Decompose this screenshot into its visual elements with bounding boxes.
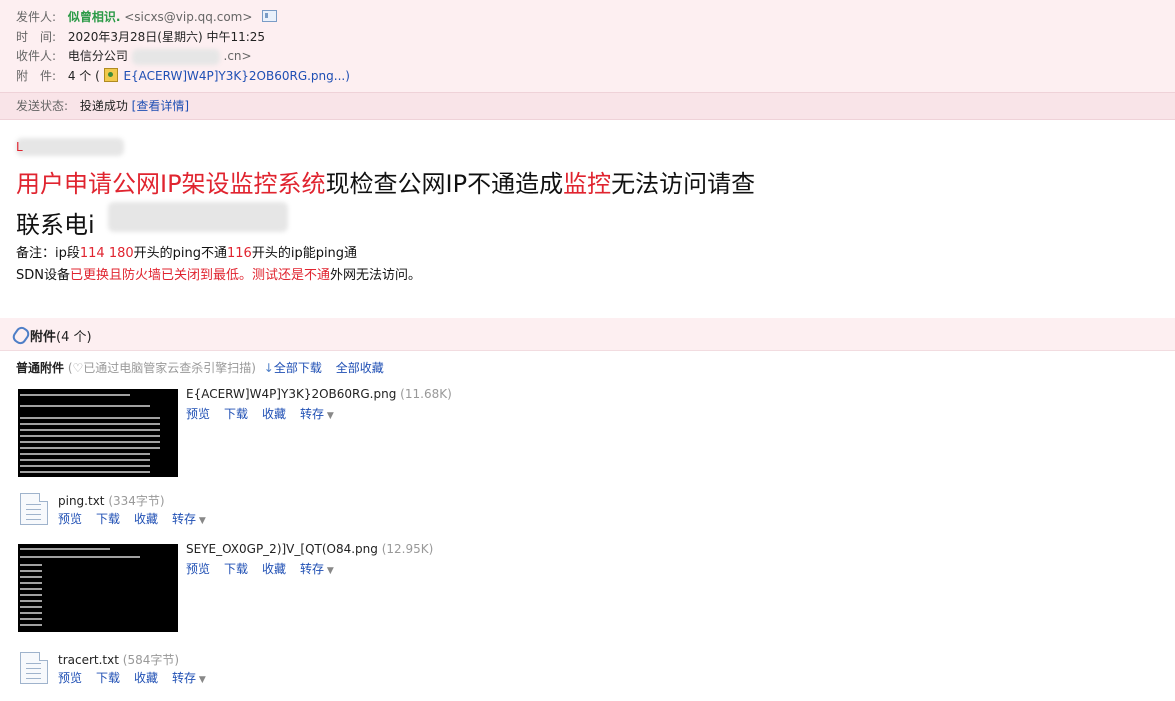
forward-link[interactable]: 转存 ▼	[300, 407, 334, 421]
file-name[interactable]: E{ACERW]W4P]Y3K}2OB60RG.png	[186, 387, 396, 401]
to-label: 收件人:	[16, 49, 57, 63]
favorite-link[interactable]: 收藏	[262, 562, 286, 576]
status-label: 发送状态:	[16, 99, 69, 113]
file-name-row: SEYE_OX0GP_2)]V_[QT(O84.png (12.95K)	[186, 542, 433, 556]
file-actions: 预览 下载 收藏 转存 ▼	[58, 669, 220, 686]
forward-link[interactable]: 转存 ▼	[172, 512, 206, 526]
favorite-link[interactable]: 收藏	[134, 671, 158, 685]
favorite-link[interactable]: 收藏	[134, 512, 158, 526]
body-line-1: 用户申请公网IP架设监控系统现检查公网IP不通造成监控无法访问请查	[16, 164, 755, 199]
send-status-bar: 发送状态: 投递成功 [查看详情]	[0, 92, 1175, 120]
preview-link[interactable]: 预览	[58, 512, 82, 526]
time-row: 时 间: 2020年3月28日(星期六) 中午11:25	[16, 28, 265, 46]
body-text: 备注：ip段	[16, 246, 80, 261]
attachments-title: 附件(4 个)	[30, 326, 92, 345]
forward-label: 转存	[300, 562, 325, 576]
highlight-text: 114 180	[79, 246, 134, 261]
att-first-link[interactable]: E{ACERW]W4P]Y3K}2OB60RG.png...)	[123, 69, 349, 83]
note-line: 备注：ip段114 180开头的ping不通116开头的ip能ping通	[16, 242, 357, 261]
attachments-title-text: 附件	[30, 330, 57, 345]
download-link[interactable]: 下载	[96, 512, 120, 526]
file-name-row: tracert.txt (584字节)	[58, 651, 179, 668]
dropdown-arrow-icon: ▼	[196, 516, 206, 526]
preview-link[interactable]: 预览	[186, 562, 210, 576]
preview-link[interactable]: 预览	[186, 407, 210, 421]
status-value: 投递成功	[79, 99, 128, 113]
redacted-area	[16, 138, 124, 156]
redacted-area	[108, 202, 288, 232]
to-prefix[interactable]: 电信分公司	[68, 49, 128, 63]
save-all-link[interactable]: 全部收藏	[336, 361, 384, 375]
normal-attachments-title: 普通附件	[16, 361, 65, 375]
body-text: 开头的ping不通	[133, 246, 227, 261]
dropdown-arrow-icon: ▼	[196, 675, 206, 685]
file-actions: 预览 下载 收藏 转存 ▼	[58, 510, 220, 527]
highlight-text: 监控	[563, 170, 612, 198]
text-file-icon[interactable]	[20, 493, 48, 525]
attachments-bar: 附件(4 个)	[0, 318, 1175, 351]
text-file-icon[interactable]	[20, 652, 48, 684]
download-link[interactable]: 下载	[224, 562, 248, 576]
att-count: 4 个 (	[67, 69, 100, 83]
body-text: 无法访问请查	[611, 170, 756, 198]
file-name[interactable]: ping.txt	[58, 494, 105, 508]
sdn-line: SDN设备已更换且防火墙已关闭到最低。测试还是不通外网无法访问。	[16, 264, 421, 283]
scan-notice: (♡已通过电脑管家云查杀引擎扫描)	[67, 361, 256, 375]
body-text: 外网无法访问。	[330, 268, 422, 283]
to-suffix: .cn>	[223, 49, 252, 63]
body-text: SDN设备	[16, 268, 70, 283]
file-size: (584字节)	[122, 653, 180, 667]
highlight-text: 已更换且防火墙已关闭到最低。测试还是不通	[70, 268, 331, 283]
normal-attachments-row: 普通附件 (♡已通过电脑管家云查杀引擎扫描) ↓全部下载 全部收藏	[16, 360, 384, 376]
dropdown-arrow-icon: ▼	[324, 411, 334, 421]
mail-header: 发件人: 似曾相识. <sicxs@vip.qq.com> 时 间: 2020年…	[0, 0, 1175, 92]
file-name-row: ping.txt (334字节)	[58, 492, 165, 509]
image-file-icon	[103, 68, 118, 82]
favorite-link[interactable]: 收藏	[262, 407, 286, 421]
highlight-text: 用户申请公网IP架设监控系统	[16, 170, 326, 198]
download-link[interactable]: 下载	[96, 671, 120, 685]
preview-link[interactable]: 预览	[58, 671, 82, 685]
add-contact-icon[interactable]	[262, 10, 278, 22]
to-row: 收件人: 电信分公司 .cn>	[16, 47, 252, 65]
body-text: 联系电i	[16, 211, 95, 239]
file-name[interactable]: SEYE_OX0GP_2)]V_[QT(O84.png	[186, 542, 378, 556]
att-label: 附 件:	[16, 69, 57, 83]
attachment-row: 附 件: 4 个 ( E{ACERW]W4P]Y3K}2OB60RG.png..…	[16, 67, 350, 85]
file-size: (11.68K)	[400, 387, 452, 401]
file-actions: 预览 下载 收藏 转存 ▼	[186, 405, 348, 422]
image-thumbnail[interactable]	[18, 544, 178, 632]
time-label: 时 间:	[16, 30, 57, 44]
status-detail-link[interactable]: [查看详情]	[132, 99, 189, 113]
status-row: 发送状态: 投递成功 [查看详情]	[16, 97, 189, 115]
from-label: 发件人:	[16, 10, 57, 24]
body-line-2: 联系电i	[16, 205, 95, 240]
file-size: (12.95K)	[381, 542, 434, 556]
body-text: 现检查公网IP不通造成	[325, 170, 564, 198]
time-value: 2020年3月28日(星期六) 中午11:25	[67, 30, 266, 44]
paperclip-icon	[10, 324, 32, 347]
file-name[interactable]: tracert.txt	[58, 653, 119, 667]
sender-email[interactable]: <sicxs@vip.qq.com>	[124, 10, 252, 24]
body-text: 开头的ip能ping通	[251, 246, 358, 261]
download-link[interactable]: 下载	[224, 407, 248, 421]
forward-label: 转存	[300, 407, 325, 421]
forward-label: 转存	[172, 512, 197, 526]
highlight-text: 116	[227, 246, 252, 261]
sender-name[interactable]: 似曾相识.	[68, 10, 121, 24]
forward-label: 转存	[172, 671, 197, 685]
download-arrow-icon[interactable]: ↓	[264, 361, 274, 375]
redacted-text-fragment: L	[16, 140, 23, 154]
redacted-area	[131, 48, 220, 65]
dropdown-arrow-icon: ▼	[324, 566, 334, 576]
forward-link[interactable]: 转存 ▼	[300, 562, 334, 576]
image-thumbnail[interactable]	[18, 389, 178, 477]
file-actions: 预览 下载 收藏 转存 ▼	[186, 560, 348, 577]
download-all-link[interactable]: 全部下载	[274, 361, 322, 375]
file-name-row: E{ACERW]W4P]Y3K}2OB60RG.png (11.68K)	[186, 387, 452, 401]
file-size: (334字节)	[108, 494, 165, 508]
from-row: 发件人: 似曾相识. <sicxs@vip.qq.com>	[16, 8, 278, 26]
attachments-count: (4 个)	[56, 330, 92, 345]
forward-link[interactable]: 转存 ▼	[172, 671, 206, 685]
